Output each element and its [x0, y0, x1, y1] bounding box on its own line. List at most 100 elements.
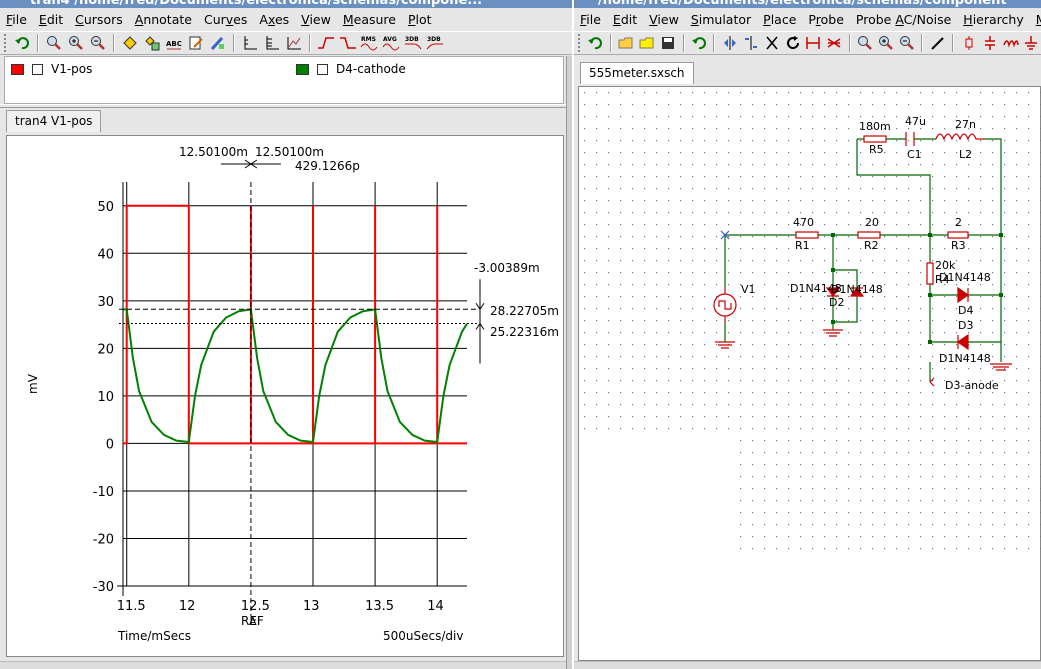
menu-mnemonic: x [267, 12, 275, 27]
menu-text: ursors [83, 12, 123, 27]
save-icon[interactable] [659, 33, 678, 53]
cursor-icon[interactable] [120, 33, 140, 53]
rise-icon[interactable] [316, 33, 336, 53]
left-menu-item-4[interactable]: Curves [198, 12, 253, 27]
3db-icon[interactable]: 3DB [404, 33, 424, 53]
abc-icon[interactable]: ABC [164, 33, 184, 53]
axis-icon[interactable] [240, 33, 260, 53]
undo2-icon[interactable] [690, 33, 709, 53]
pen-icon[interactable] [208, 33, 228, 53]
window-title: tran4 /home/fred/Documents/electronica/s… [30, 0, 483, 8]
right-menu-item-8[interactable]: Monte- [1030, 12, 1041, 27]
schematic[interactable]: 180m R5 47u C1 27n L2 470 R1 20 R2 2 R3 … [579, 87, 1041, 662]
legend-item-d4-cathode[interactable]: D4-cathode [296, 62, 406, 76]
open-icon[interactable] [617, 33, 636, 53]
right-menu-item-6[interactable]: Probe AC/Noise [850, 12, 957, 27]
right-menu-item-2[interactable]: View [643, 12, 685, 27]
toolbar-grip[interactable] [4, 34, 7, 52]
edit-icon[interactable] [186, 33, 206, 53]
right-menu-item-4[interactable]: Place [757, 12, 802, 27]
cursor-2-x-value: 12.50100m [255, 145, 324, 159]
avg-icon[interactable]: AVG [382, 33, 402, 53]
left-menu-item-1[interactable]: Edit [33, 12, 69, 27]
rms-icon[interactable]: RMS [360, 33, 380, 53]
svg-text:RMS: RMS [361, 36, 376, 43]
plot-area[interactable]: 11.5 12 12.5 13 13.5 14 50 40 30 20 10 0 -10 -20 -30 1… [6, 135, 564, 657]
wire2-icon[interactable] [825, 33, 844, 53]
right-menu-item-1[interactable]: Edit [607, 12, 643, 27]
x-tick-label: 11.5 [117, 599, 146, 614]
zoom-out-icon[interactable] [898, 33, 917, 53]
folder-icon[interactable] [638, 33, 657, 53]
menu-text: dit [620, 12, 638, 27]
window-title: /home/fred/Documents/electronica/schemas… [598, 0, 1007, 8]
tab-label: tran4 V1-pos [15, 114, 93, 128]
wire-icon[interactable] [804, 33, 823, 53]
zoom-fit-icon[interactable] [44, 33, 64, 53]
x-axis-title: Time/mSecs [117, 629, 191, 643]
left-menu-item-8[interactable]: Plot [402, 12, 438, 27]
grid-icon[interactable] [284, 33, 304, 53]
menu-mnemonic: H [963, 12, 973, 27]
cursor-1-x-value: 12.50100m [179, 145, 248, 159]
legend-item-v1-pos[interactable]: V1-pos [11, 62, 92, 76]
legend-checkbox[interactable] [32, 63, 43, 75]
horizontal-scrollbar[interactable] [574, 661, 1041, 669]
undo-icon[interactable] [12, 33, 32, 53]
tab-555meter[interactable]: 555meter.sxsch [580, 62, 694, 84]
menu-text: dit [46, 12, 64, 27]
zoom-out-icon[interactable] [88, 33, 108, 53]
zoom-in-icon[interactable] [66, 33, 86, 53]
splitter[interactable] [0, 104, 572, 108]
left-menu-item-0[interactable]: File [0, 12, 33, 27]
y-tick-label: 10 [97, 390, 114, 405]
cursor-1-y-value: 28.22705m [490, 304, 559, 318]
svg-text:D4: D4 [958, 304, 973, 317]
waveform-plot[interactable]: 11.5 12 12.5 13 13.5 14 50 40 30 20 10 0 -10 -20 -30 1… [7, 136, 563, 656]
fall-icon[interactable] [338, 33, 358, 53]
toolbar-separator [682, 34, 685, 52]
svg-text:R5: R5 [869, 143, 884, 156]
toolbar-separator [37, 34, 39, 52]
3db2-icon[interactable]: 3DB [426, 33, 446, 53]
left-menu-item-6[interactable]: View [295, 12, 337, 27]
right-menu-item-3[interactable]: Simulator [685, 12, 757, 27]
legend-panel: V1-pos D4-cathode [4, 56, 564, 104]
refresh-icon[interactable] [783, 33, 802, 53]
y-tick-label: 40 [97, 247, 114, 262]
schematic-canvas[interactable]: 180m R5 47u C1 27n L2 470 R1 20 R2 2 R3 … [578, 86, 1041, 661]
undo-icon[interactable] [586, 33, 605, 53]
pencil-icon[interactable] [928, 33, 947, 53]
zoom-fit-icon[interactable] [856, 33, 875, 53]
ground-icon[interactable] [1022, 33, 1041, 53]
zoom-in-icon[interactable] [877, 33, 896, 53]
axis2-icon[interactable] [262, 33, 282, 53]
inductor-icon[interactable] [1001, 33, 1020, 53]
trace-d4-cathode [123, 308, 468, 444]
svg-text:C1: C1 [907, 148, 922, 161]
legend-swatch [11, 63, 24, 75]
title-bar[interactable]: tran4 /home/fred/Documents/electronica/s… [0, 0, 572, 8]
mirror-icon[interactable] [720, 33, 739, 53]
left-menu-item-2[interactable]: Cursors [69, 12, 129, 27]
toolbar-grip[interactable] [578, 34, 581, 52]
tab-tran4-v1-pos[interactable]: tran4 V1-pos [6, 110, 102, 132]
svg-text:D1N4148: D1N4148 [831, 283, 883, 296]
horizontal-scrollbar[interactable] [0, 661, 572, 669]
cut-icon[interactable] [762, 33, 781, 53]
cursor-pair-icon[interactable] [142, 33, 162, 53]
svg-text:R3: R3 [951, 239, 966, 252]
title-bar[interactable]: /home/fred/Documents/electronica/schemas… [574, 0, 1041, 8]
capacitor-icon[interactable] [980, 33, 999, 53]
right-menu-item-5[interactable]: Probe [802, 12, 849, 27]
right-menu-item-0[interactable]: File [574, 12, 607, 27]
left-menu-item-5[interactable]: Axes [253, 12, 295, 27]
left-menu-item-7[interactable]: Measure [337, 12, 402, 27]
left-menu-item-3[interactable]: Annotate [129, 12, 198, 27]
toolbar [574, 31, 1041, 55]
resistor-icon[interactable] [959, 33, 978, 53]
right-menu-item-7[interactable]: Hierarchy [957, 12, 1029, 27]
legend-checkbox[interactable] [317, 63, 328, 75]
rotate-icon[interactable] [741, 33, 760, 53]
menu-text: iew [657, 12, 679, 27]
